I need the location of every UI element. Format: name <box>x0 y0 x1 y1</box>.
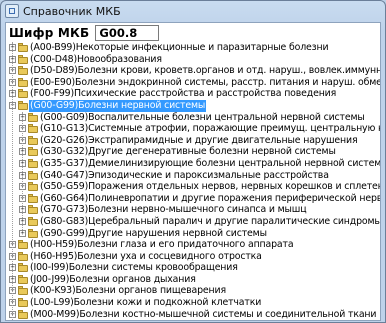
folder-icon <box>28 182 38 192</box>
tree-node[interactable]: + (K00-K93)Болезни органов пищеварения <box>6 285 378 297</box>
tree-node-label: (L00-L99)Болезни кожи и подкожной клетча… <box>30 297 262 309</box>
tree-node[interactable]: + (M00-M99)Болезни костно-мышечной систем… <box>6 308 378 320</box>
folder-icon <box>18 89 28 99</box>
tree-node-label: (I00-I99)Болезни системы кровообращения <box>30 262 238 274</box>
tree-node[interactable]: + (G20-G26)Экстрапирамидные и другие двиг… <box>6 135 378 147</box>
tree-node-label: (G60-G64)Полиневропатии и другие поражен… <box>40 192 380 204</box>
folder-icon <box>28 135 38 145</box>
tree-node-label: (K00-K93)Болезни органов пищеварения <box>30 285 226 297</box>
tree-node-label: (G70-G73)Болезни нервно-мышечного синапс… <box>40 204 307 216</box>
tree-node-label: (G10-G13)Системные атрофии, поражающие п… <box>40 123 380 135</box>
tree-node[interactable]: + (C00-D48)Новообразования <box>6 54 378 66</box>
search-bar: Шифр МКБ <box>7 24 160 42</box>
tree-node-label: (D50-D89)Болезни крови, кроветв.органов … <box>30 65 381 77</box>
folder-icon <box>18 286 28 296</box>
tree-node-label: (G50-G59)Поражения отдельных нервов, нер… <box>40 181 381 193</box>
tree-node-label: (E00-E90)Болезни эндокринной системы, ра… <box>30 76 381 88</box>
tree-node-label: (G00-G99)Болезни нервной системы <box>29 99 207 112</box>
folder-icon <box>18 274 28 284</box>
tree-node[interactable]: + (H00-H59)Болезни глаза и его придаточно… <box>6 239 378 251</box>
tree-node[interactable]: + (G10-G13)Системные атрофии, поражающие … <box>6 123 380 135</box>
tree-node[interactable]: + (G80-G83)Церебральный паралич и другие … <box>6 215 381 228</box>
folder-icon <box>28 193 38 203</box>
app-icon <box>5 4 19 18</box>
tree-node-label: (M00-M99)Болезни костно-мышечной системы… <box>30 308 377 320</box>
window-title: Справочник МКБ <box>23 4 121 18</box>
tree-node-label: (H00-H59)Болезни глаза и его придаточног… <box>30 239 294 251</box>
folder-icon <box>18 77 28 87</box>
folder-icon <box>28 147 38 157</box>
folder-icon <box>28 170 38 180</box>
tree-node-label: (G40-G47)Эпизодические и пароксизмальные… <box>40 169 329 181</box>
tree-node[interactable]: + (G00-G09)Воспалительные болезни централ… <box>6 112 378 124</box>
tree-connector-line <box>22 111 23 235</box>
tree-node[interactable]: + (I00-I99)Болезни системы кровообращения <box>6 262 378 274</box>
tree-connector-line <box>12 42 13 320</box>
tree-node-label: (G00-G09)Воспалительные болезни централь… <box>40 111 365 123</box>
client-area: Шифр МКБ +(A00-B99)Некоторые инфекционны… <box>5 22 381 321</box>
tree-node-label: (A00-B99)Некоторые инфекционные и парази… <box>30 42 329 53</box>
tree-node[interactable]: + (G70-G73)Болезни нервно-мышечного синап… <box>6 204 378 216</box>
tree-node[interactable]: + (E00-E90)Болезни эндокринной системы, р… <box>6 76 381 89</box>
folder-icon <box>28 205 38 215</box>
folder-icon <box>18 263 28 273</box>
tree-node[interactable]: + (H60-H95)Болезни уха и сосцевидного отр… <box>6 251 378 263</box>
folder-icon <box>18 43 28 52</box>
tree-node-label: (F00-F99)Психические расстройства и расс… <box>30 88 337 100</box>
folder-icon <box>28 158 38 168</box>
tree-node-label: (J00-J99)Болезни органов дыхания <box>30 273 196 285</box>
folder-icon <box>18 251 28 261</box>
tree-node-label: (C00-D48)Новообразования <box>30 53 162 65</box>
folder-icon <box>18 54 28 64</box>
code-search-input[interactable] <box>95 25 160 41</box>
folder-icon <box>18 309 28 319</box>
search-label: Шифр МКБ <box>9 26 90 40</box>
folder-icon <box>28 112 38 122</box>
tree-node[interactable]: + (G60-G64)Полиневропатии и другие пораже… <box>6 192 380 205</box>
tree-node-label: (H60-H95)Болезни уха и сосцевидного отро… <box>30 250 262 262</box>
tree-node[interactable]: + (G40-G47)Эпизодические и пароксизмальны… <box>6 170 378 182</box>
folder-icon <box>28 228 38 238</box>
folder-icon <box>28 124 38 134</box>
tree-node-label: (G20-G26)Экстрапирамидные и другие двига… <box>40 134 358 146</box>
folder-icon <box>18 298 28 308</box>
tree-node-label: (G30-G32)Другие дегенеративные болезни н… <box>40 146 336 158</box>
tree-node[interactable]: − (G00-G99)Болезни нервной системы <box>6 99 378 112</box>
tree-node[interactable]: + (A00-B99)Некоторые инфекционные и параз… <box>6 42 378 54</box>
tree-node[interactable]: + (F00-F99)Психические расстройства и рас… <box>6 88 378 100</box>
tree-node[interactable]: + (G30-G32)Другие дегенеративные болезни … <box>6 146 378 158</box>
tree-node[interactable]: + (G35-G37)Демиелинизирующие болезни цент… <box>6 157 381 170</box>
tree-node[interactable]: + (D50-D89)Болезни крови, кроветв.органов… <box>6 65 381 77</box>
tree-node[interactable]: + (G90-G99)Другие нарушения нервной систе… <box>6 228 378 240</box>
tree-node-label: (G35-G37)Демиелинизирующие болезни центр… <box>40 157 381 169</box>
folder-icon <box>18 100 28 110</box>
mkb-window: Справочник МКБ Шифр МКБ +(A00-B99)Некото… <box>0 0 386 323</box>
tree-node-label: (G80-G83)Церебральный паралич и другие п… <box>40 215 381 227</box>
folder-icon <box>28 216 38 226</box>
folder-icon <box>18 66 28 76</box>
tree-node[interactable]: + (G50-G59)Поражения отдельных нервов, не… <box>6 181 381 193</box>
tree-node[interactable]: + (L00-L99)Болезни кожи и подкожной клетч… <box>6 297 378 309</box>
tree-node[interactable]: + (J00-J99)Болезни органов дыхания <box>6 274 378 286</box>
tree-node-label: (G90-G99)Другие нарушения нервной систем… <box>40 227 267 239</box>
icd-tree: + (A00-B99)Некоторые инфекционные и параз… <box>6 42 381 320</box>
folder-icon <box>18 240 28 250</box>
title-bar[interactable]: Справочник МКБ <box>1 1 385 21</box>
